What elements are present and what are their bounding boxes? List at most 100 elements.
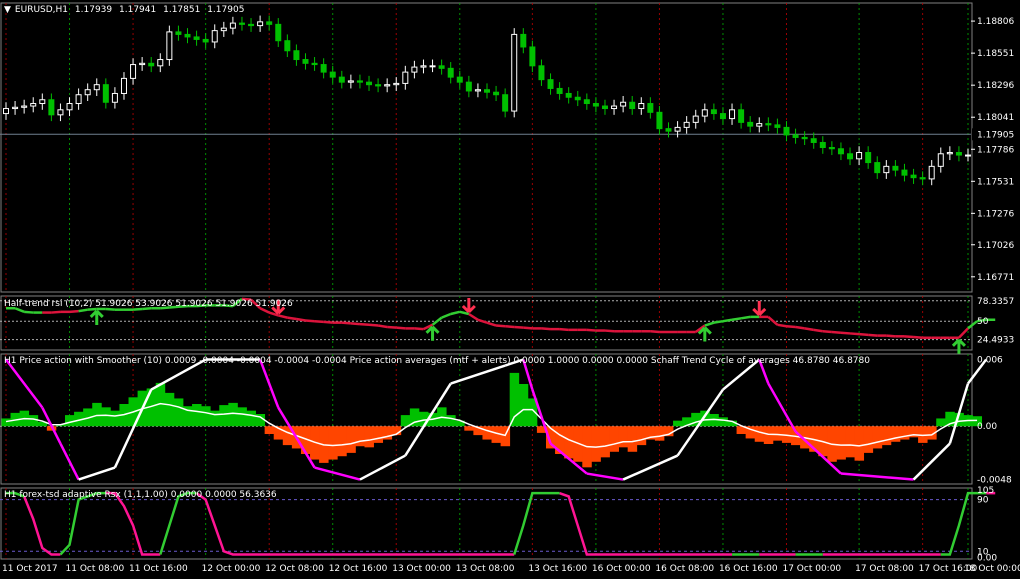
time-label: 17 Oct 00:00 xyxy=(782,564,841,574)
histogram-bar xyxy=(673,420,683,427)
time-label: 12 Oct 08:00 xyxy=(265,564,324,574)
half-trend-segment xyxy=(804,327,814,332)
histogram-bar xyxy=(609,426,619,452)
candle-body xyxy=(529,46,536,67)
histogram-bar xyxy=(246,410,256,427)
candle-body xyxy=(565,92,572,98)
candle-body xyxy=(384,84,391,87)
candle-body xyxy=(84,89,91,96)
half-trend-segment xyxy=(287,316,297,321)
candle-body xyxy=(719,113,726,120)
candle-body xyxy=(547,79,554,89)
candle-body xyxy=(965,154,971,157)
half-trend-segment xyxy=(305,319,315,323)
candle-body xyxy=(356,80,363,83)
half-trend-segment xyxy=(913,335,923,340)
candle-body xyxy=(275,23,282,42)
candle-body xyxy=(75,94,82,105)
candle-body xyxy=(311,62,318,66)
time-label: 11 Oct 2017 xyxy=(2,564,58,574)
half-trend-segment xyxy=(514,325,524,329)
half-trend-segment xyxy=(51,310,61,314)
p1-label: 50 xyxy=(977,317,989,327)
price-label: 1.17026 xyxy=(977,241,1014,251)
candle-body xyxy=(738,109,745,123)
candle-body xyxy=(819,141,826,148)
candle-body xyxy=(93,84,100,91)
symbol-label: EURUSD,H1 xyxy=(14,5,69,15)
histogram-bar xyxy=(173,398,184,427)
candle-body xyxy=(756,123,763,127)
half-trend-segment xyxy=(78,308,88,313)
histogram-bar xyxy=(509,372,520,427)
candle-body xyxy=(747,121,754,127)
candle-body xyxy=(828,147,835,150)
candle-body xyxy=(175,31,182,35)
time-label: 12 Oct 16:00 xyxy=(329,564,388,574)
histogram-bar xyxy=(518,384,529,427)
candle-body xyxy=(792,134,799,138)
candle-body xyxy=(111,92,118,103)
candle-body xyxy=(284,40,291,52)
histogram-bar xyxy=(564,426,574,459)
histogram-bar xyxy=(872,426,883,449)
candle-body xyxy=(320,64,327,73)
dropdown-arrow-icon[interactable]: ▼ xyxy=(4,5,11,15)
half-trend-segment xyxy=(650,330,660,334)
candle-body xyxy=(620,101,627,107)
histogram-bar xyxy=(228,402,238,427)
histogram-bar xyxy=(210,410,220,427)
time-label: 16 Oct 16:00 xyxy=(719,564,778,574)
half-trend-segment xyxy=(505,324,515,329)
candle-body xyxy=(130,64,137,79)
histogram-bar xyxy=(863,426,874,453)
candle-body xyxy=(429,65,436,68)
candle-body xyxy=(139,62,146,66)
candle-body xyxy=(592,103,599,107)
histogram-bar xyxy=(201,406,211,427)
histogram-bar xyxy=(28,415,39,427)
candle-body xyxy=(184,33,191,38)
panel1-title: Half-trend rsi (10,2) 51.9026 53.9026 51… xyxy=(4,299,293,309)
candle-body xyxy=(57,109,64,116)
candle-body xyxy=(765,123,772,126)
candle-body xyxy=(21,105,28,108)
candle-body xyxy=(583,99,590,105)
candle-body xyxy=(493,91,500,96)
candle-body xyxy=(502,94,509,112)
half-trend-segment xyxy=(886,334,896,338)
candle-body xyxy=(402,71,409,84)
histogram-bar xyxy=(1,418,11,427)
time-label: 12 Oct 00:00 xyxy=(202,564,261,574)
time-label: 11 Oct 08:00 xyxy=(66,564,125,574)
p2-label: 0.006 xyxy=(977,356,1003,366)
candle-body xyxy=(574,96,581,101)
candle-body xyxy=(157,59,164,67)
half-trend-segment xyxy=(414,327,424,331)
candle-body xyxy=(211,30,218,43)
candle-body xyxy=(556,87,563,94)
candle-body xyxy=(674,126,681,132)
candle-body xyxy=(447,67,454,78)
half-trend-segment xyxy=(387,325,397,329)
half-trend-segment xyxy=(105,307,116,311)
candle-body xyxy=(420,65,427,68)
histogram-bar xyxy=(328,426,338,460)
candle-body xyxy=(955,152,962,156)
histogram-bar xyxy=(192,404,202,427)
candle-body xyxy=(12,106,19,110)
candle-body xyxy=(411,66,418,73)
histogram-bar xyxy=(101,407,111,427)
half-trend-segment xyxy=(314,319,324,324)
half-trend-segment xyxy=(541,327,551,331)
candle-body xyxy=(892,165,899,171)
half-trend-segment xyxy=(813,328,823,333)
candle-body xyxy=(856,152,863,160)
price-label: 1.17531 xyxy=(977,177,1014,187)
candle-body xyxy=(847,153,854,160)
candle-body xyxy=(3,108,9,115)
candle-body xyxy=(102,84,109,103)
p2-label: -0.0048 xyxy=(977,476,1012,486)
p3-label: 90 xyxy=(977,496,989,506)
price-label: 1.17276 xyxy=(977,209,1014,219)
